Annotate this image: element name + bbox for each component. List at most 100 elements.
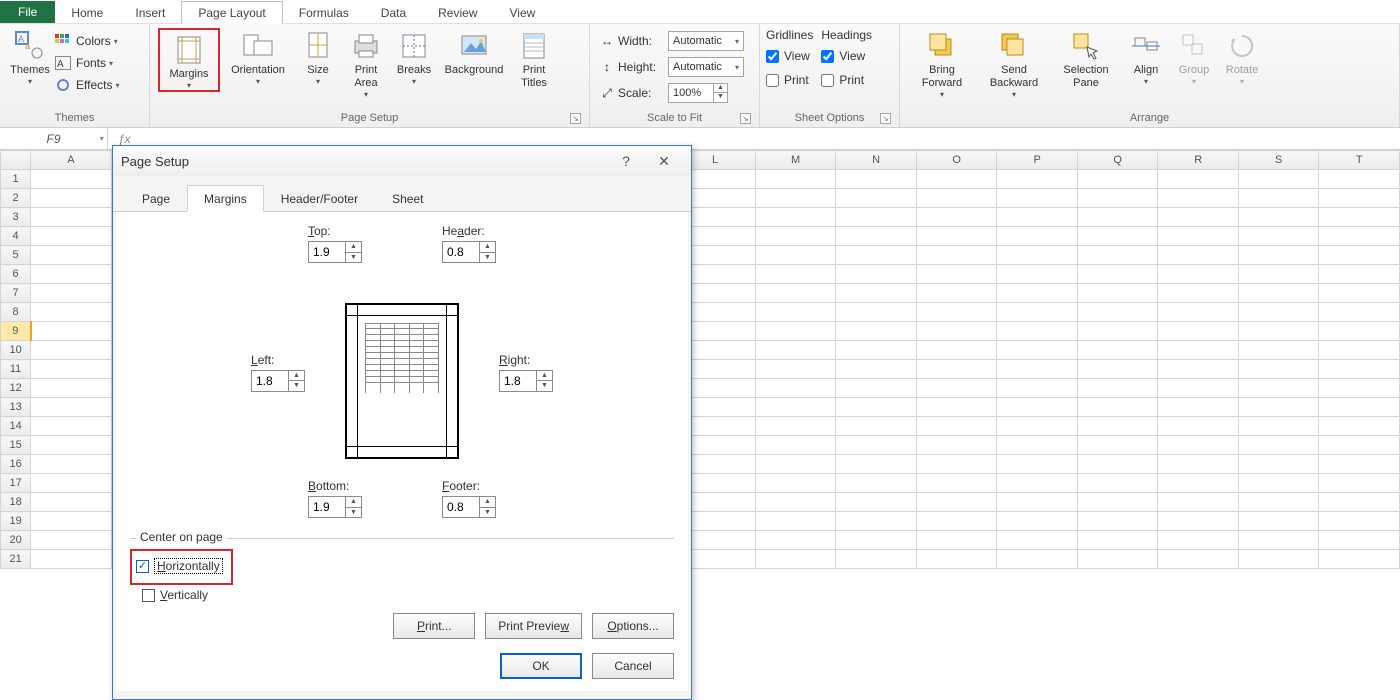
cell[interactable] xyxy=(31,436,112,455)
cell[interactable] xyxy=(755,512,836,531)
scale-width-combo[interactable]: Automatic▾ xyxy=(668,31,744,51)
cell[interactable] xyxy=(1077,417,1158,436)
margin-top-input[interactable] xyxy=(309,242,345,262)
tab-view[interactable]: View xyxy=(494,2,552,23)
cell[interactable] xyxy=(1319,341,1400,360)
rotate-button[interactable]: Rotate▾ xyxy=(1218,26,1266,86)
cell[interactable] xyxy=(836,493,917,512)
cell[interactable] xyxy=(997,341,1078,360)
tab-file[interactable]: File xyxy=(0,1,55,23)
cell[interactable] xyxy=(1158,512,1239,531)
cell[interactable] xyxy=(1158,284,1239,303)
cell[interactable] xyxy=(31,303,112,322)
cell[interactable] xyxy=(916,360,997,379)
cell[interactable] xyxy=(1319,455,1400,474)
cell[interactable] xyxy=(1077,493,1158,512)
cell[interactable] xyxy=(755,550,836,569)
row-header[interactable]: 2 xyxy=(1,189,31,208)
cell[interactable] xyxy=(1238,284,1319,303)
cell[interactable] xyxy=(916,170,997,189)
group-button[interactable]: Group▾ xyxy=(1170,26,1218,86)
cell[interactable] xyxy=(916,341,997,360)
cell[interactable] xyxy=(1158,531,1239,550)
cell[interactable] xyxy=(1319,322,1400,341)
cell[interactable] xyxy=(997,246,1078,265)
background-button[interactable]: Background xyxy=(438,26,510,77)
cell[interactable] xyxy=(916,246,997,265)
cell[interactable] xyxy=(755,208,836,227)
cell[interactable] xyxy=(1077,170,1158,189)
cell[interactable] xyxy=(916,303,997,322)
headings-print-check[interactable]: Print xyxy=(821,68,872,92)
row-header[interactable]: 17 xyxy=(1,474,31,493)
spinner-arrows[interactable]: ▲▼ xyxy=(536,371,552,391)
margin-right-spin[interactable]: ▲▼ xyxy=(499,370,553,392)
spinner-arrows[interactable]: ▲▼ xyxy=(713,84,727,102)
cell[interactable] xyxy=(31,455,112,474)
tab-page-layout[interactable]: Page Layout xyxy=(181,1,282,24)
tab-insert[interactable]: Insert xyxy=(119,2,181,23)
gridlines-print-check[interactable]: Print xyxy=(766,68,813,92)
row-header[interactable]: 11 xyxy=(1,360,31,379)
row-header[interactable]: 15 xyxy=(1,436,31,455)
cell[interactable] xyxy=(31,398,112,417)
cell[interactable] xyxy=(916,531,997,550)
cell[interactable] xyxy=(836,246,917,265)
cell[interactable] xyxy=(1238,189,1319,208)
size-button[interactable]: Size ▾ xyxy=(294,26,342,86)
cell[interactable] xyxy=(997,303,1078,322)
cell[interactable] xyxy=(997,493,1078,512)
cell[interactable] xyxy=(1238,531,1319,550)
margins-button[interactable]: Margins ▾ xyxy=(158,28,220,92)
fonts-button[interactable]: AFonts▾ xyxy=(54,52,119,74)
cell[interactable] xyxy=(1238,436,1319,455)
margin-bottom-input[interactable] xyxy=(309,497,345,517)
margin-header-input[interactable] xyxy=(443,242,479,262)
cell[interactable] xyxy=(997,322,1078,341)
print-area-button[interactable]: Print Area ▾ xyxy=(342,26,390,99)
cell[interactable] xyxy=(755,379,836,398)
cell[interactable] xyxy=(1158,550,1239,569)
cell[interactable] xyxy=(755,303,836,322)
cell[interactable] xyxy=(1319,550,1400,569)
cell[interactable] xyxy=(916,417,997,436)
cell[interactable] xyxy=(31,360,112,379)
effects-button[interactable]: Effects▾ xyxy=(54,74,119,96)
cell[interactable] xyxy=(997,379,1078,398)
cell[interactable] xyxy=(1158,189,1239,208)
cell[interactable] xyxy=(31,474,112,493)
cell[interactable] xyxy=(31,246,112,265)
page-setup-launcher[interactable]: ↘ xyxy=(570,113,581,124)
margin-left-spin[interactable]: ▲▼ xyxy=(251,370,305,392)
cell[interactable] xyxy=(997,208,1078,227)
bring-forward-button[interactable]: Bring Forward▾ xyxy=(906,26,978,99)
row-header[interactable]: 12 xyxy=(1,379,31,398)
cell[interactable] xyxy=(1319,246,1400,265)
cell[interactable] xyxy=(1158,379,1239,398)
cell[interactable] xyxy=(997,398,1078,417)
cell[interactable] xyxy=(1158,341,1239,360)
cell[interactable] xyxy=(1319,189,1400,208)
cell[interactable] xyxy=(836,322,917,341)
cell[interactable] xyxy=(916,512,997,531)
cell[interactable] xyxy=(1319,265,1400,284)
row-header[interactable]: 8 xyxy=(1,303,31,322)
cell[interactable] xyxy=(1158,455,1239,474)
cell[interactable] xyxy=(1158,493,1239,512)
margin-footer-spin[interactable]: ▲▼ xyxy=(442,496,496,518)
selection-pane-button[interactable]: Selection Pane xyxy=(1050,26,1122,90)
row-header[interactable]: 7 xyxy=(1,284,31,303)
cell[interactable] xyxy=(1077,265,1158,284)
cell[interactable] xyxy=(755,455,836,474)
cell[interactable] xyxy=(1319,360,1400,379)
cell[interactable] xyxy=(836,512,917,531)
print-button[interactable]: Print... xyxy=(393,613,475,639)
cell[interactable] xyxy=(1238,360,1319,379)
checkbox[interactable] xyxy=(766,50,779,63)
row-header[interactable]: 1 xyxy=(1,170,31,189)
cell[interactable] xyxy=(1077,341,1158,360)
cell[interactable] xyxy=(1238,417,1319,436)
cell[interactable] xyxy=(1158,398,1239,417)
cell[interactable] xyxy=(997,436,1078,455)
cell[interactable] xyxy=(836,170,917,189)
